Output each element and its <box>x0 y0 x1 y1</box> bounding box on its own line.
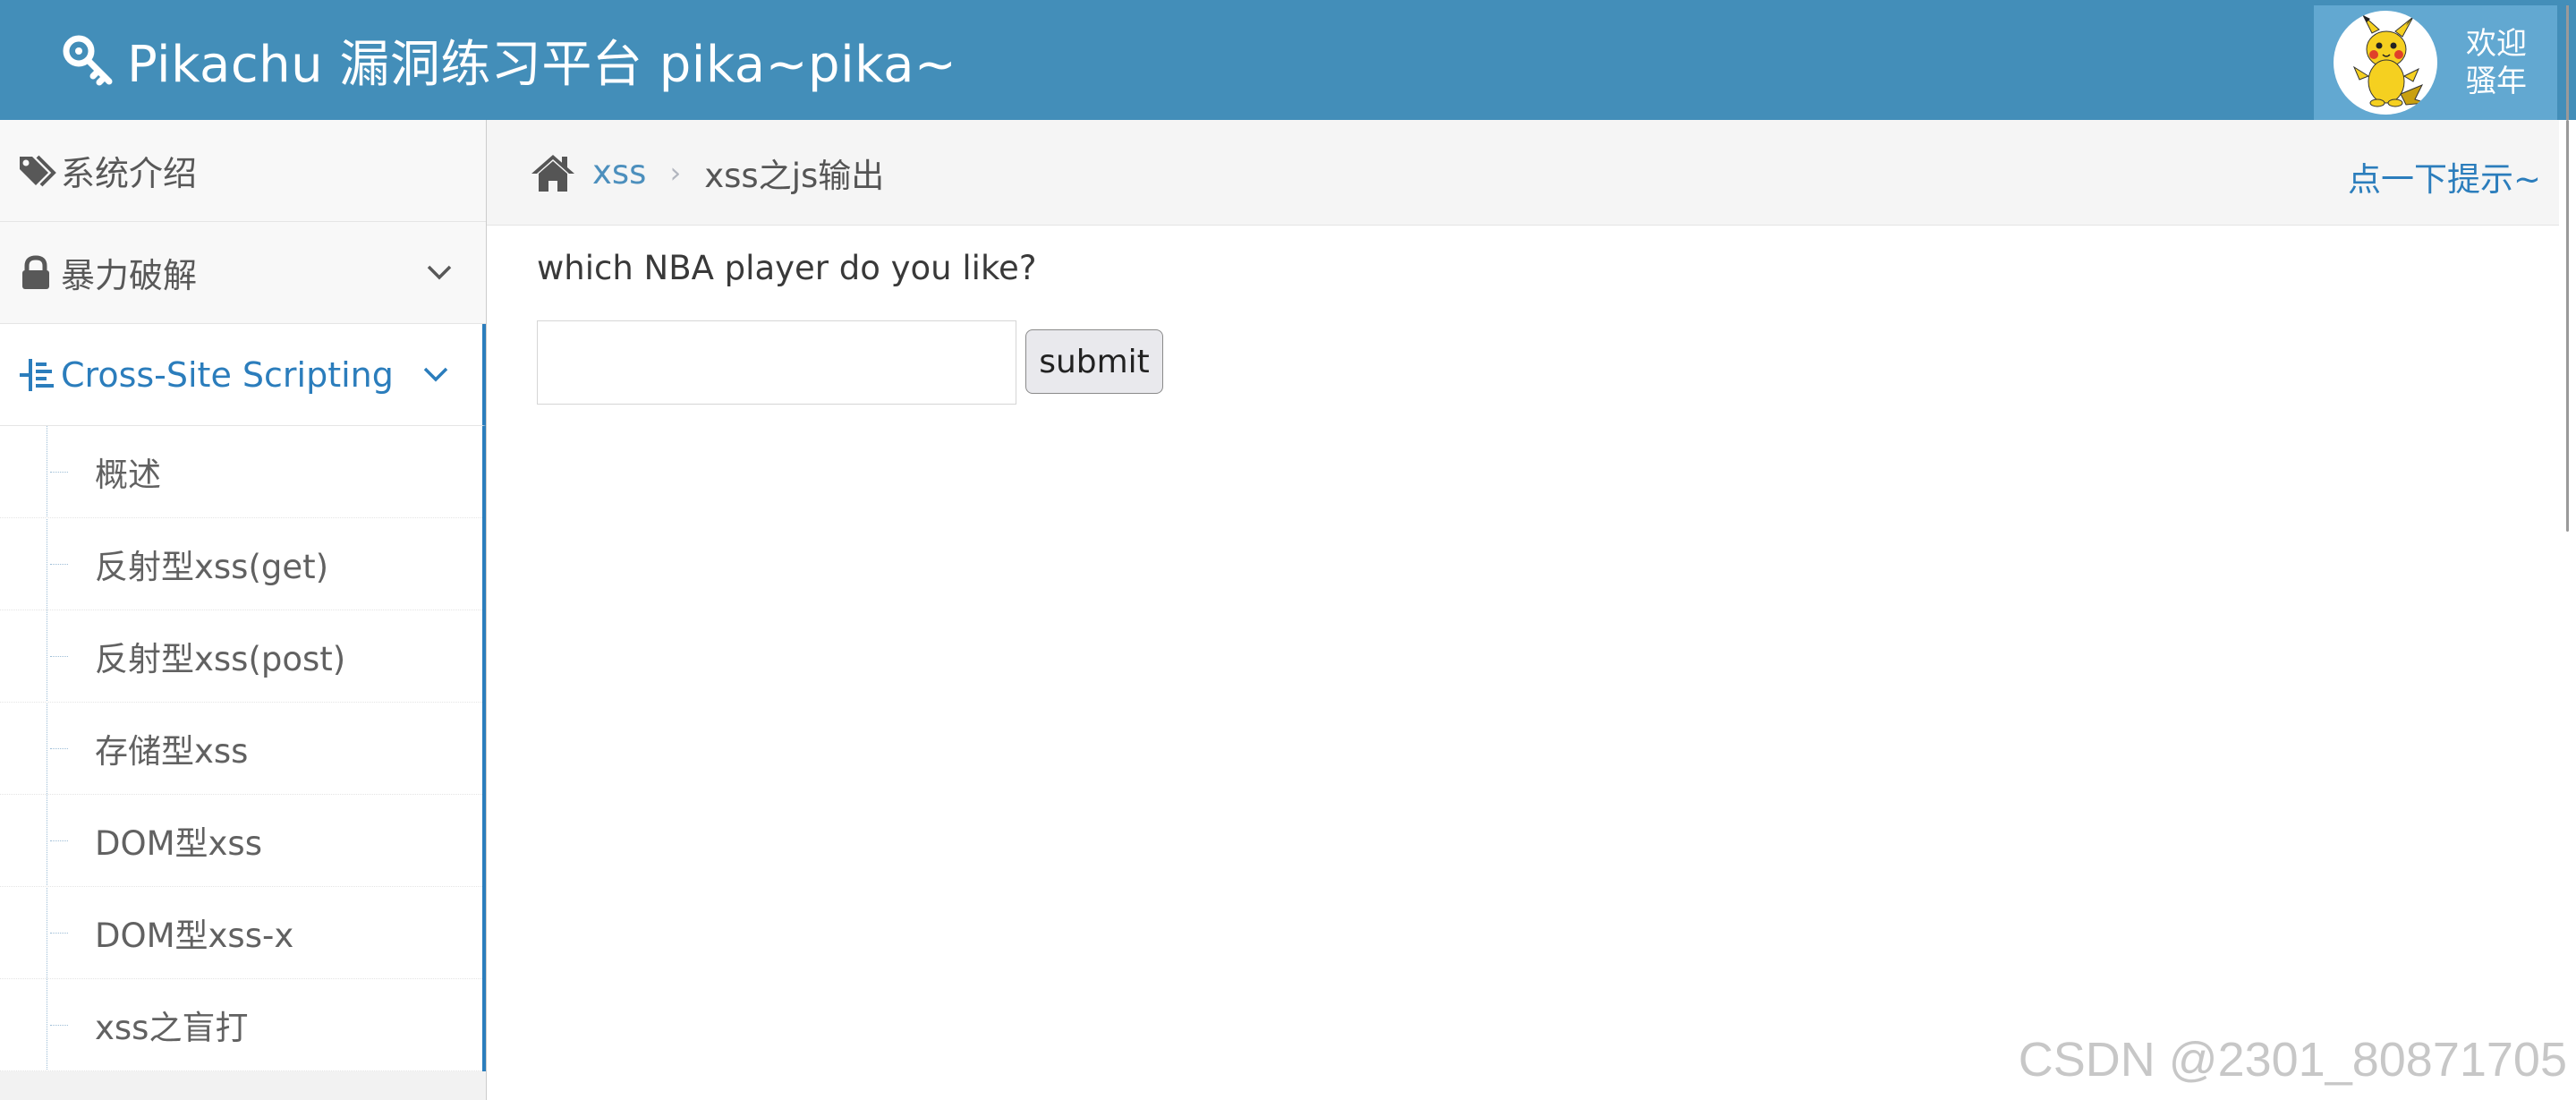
app-title: Pikachu 漏洞练习平台 pika~pika~ <box>127 35 957 94</box>
user-menu[interactable]: 欢迎 骚年 <box>2314 5 2557 120</box>
page-scrollbar[interactable] <box>2559 120 2576 1100</box>
submenu-item-dom[interactable]: DOM型xss <box>0 795 482 887</box>
sidebar-item-label: Cross-Site Scripting <box>61 354 394 395</box>
sidebar: 系统介绍 暴力破解 Cross-Site Scripting 概述 反射型xss… <box>0 120 487 1100</box>
question-text: which NBA player do you like? <box>537 249 1037 287</box>
sidebar-item-xss[interactable]: Cross-Site Scripting <box>0 324 486 426</box>
list-tree-icon <box>18 357 54 393</box>
welcome-line-1: 欢迎 <box>2466 26 2527 62</box>
scrollbar-thumb[interactable] <box>2566 120 2569 532</box>
sidebar-item-label: 系统介绍 <box>61 154 198 193</box>
submenu-item-reflected-get[interactable]: 反射型xss(get) <box>0 518 482 610</box>
top-navbar: Pikachu 漏洞练习平台 pika~pika~ 欢迎 骚年 <box>0 0 2576 120</box>
chevron-down-icon <box>423 367 448 382</box>
brand[interactable]: Pikachu 漏洞练习平台 pika~pika~ <box>61 0 956 120</box>
submenu-item-stored[interactable]: 存储型xss <box>0 703 482 795</box>
breadcrumb-link-xss[interactable]: xss <box>592 153 646 192</box>
submenu-item-blind[interactable]: xss之盲打 <box>0 979 482 1071</box>
welcome-line-2: 骚年 <box>2466 64 2527 99</box>
player-input[interactable] <box>537 320 1016 405</box>
home-icon[interactable] <box>530 152 576 193</box>
sidebar-item-label: 暴力破解 <box>61 256 198 295</box>
chevron-down-icon <box>427 265 452 280</box>
lock-icon <box>18 254 54 291</box>
avatar <box>2334 11 2437 115</box>
xss-submenu: 概述 反射型xss(get) 反射型xss(post) 存储型xss DOM型x… <box>0 426 486 1071</box>
pikachu-avatar-icon <box>2352 14 2427 107</box>
scrollbar-thumb-top[interactable] <box>2566 5 2569 120</box>
submit-button[interactable]: submit <box>1025 329 1163 394</box>
tags-icon <box>18 153 56 189</box>
sidebar-item-intro[interactable]: 系统介绍 <box>0 120 486 222</box>
welcome-text: 欢迎 骚年 <box>2466 25 2527 100</box>
submenu-item-dom-x[interactable]: DOM型xss-x <box>0 887 482 979</box>
breadcrumb-current: xss之js输出 <box>704 156 885 195</box>
watermark: CSDN @2301_80871705 <box>2018 1033 2567 1087</box>
page-content: which NBA player do you like? submit <box>487 226 2559 1100</box>
hint-link[interactable]: 点一下提示~ <box>2348 152 2541 200</box>
breadcrumb-separator-icon: › <box>669 155 682 190</box>
submenu-item-reflected-post[interactable]: 反射型xss(post) <box>0 610 482 703</box>
sidebar-item-bruteforce[interactable]: 暴力破解 <box>0 222 486 324</box>
submenu-item-overview[interactable]: 概述 <box>0 426 482 518</box>
breadcrumb: xss › xss之js输出 点一下提示~ <box>487 120 2559 226</box>
key-icon <box>61 33 115 87</box>
